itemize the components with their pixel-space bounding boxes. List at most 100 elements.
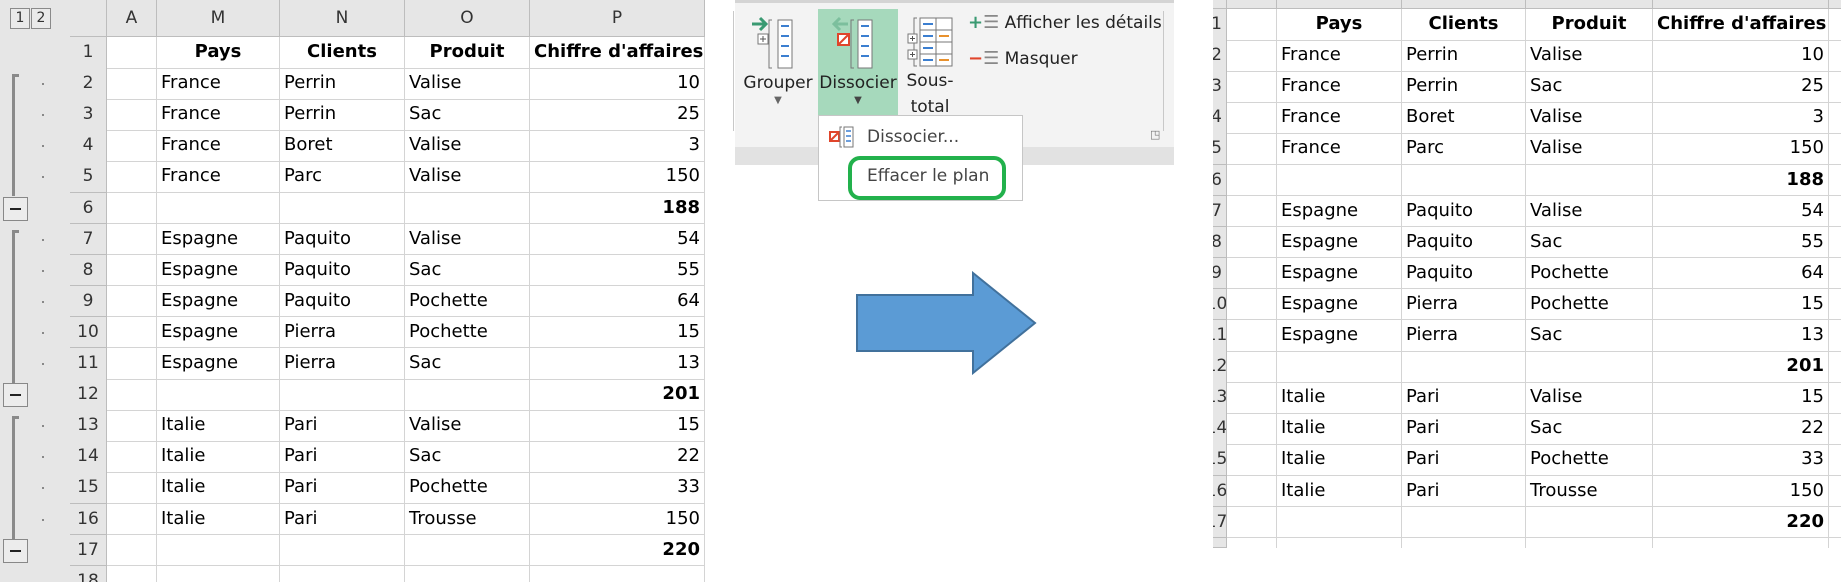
cell[interactable] xyxy=(1526,351,1653,383)
row-header[interactable]: 7 xyxy=(70,223,107,256)
cell[interactable]: Valise xyxy=(405,410,530,442)
cell[interactable]: Italie xyxy=(157,472,280,504)
cell[interactable]: France xyxy=(1277,71,1402,103)
cell[interactable]: 33 xyxy=(1653,444,1829,476)
cell[interactable]: Paquito xyxy=(1402,257,1526,290)
row-header[interactable]: 11 xyxy=(1213,320,1227,352)
header-cell[interactable]: Pays xyxy=(157,37,280,69)
cell[interactable]: Pierra xyxy=(280,316,405,349)
afficher-details-button[interactable]: +☰ Afficher les détails xyxy=(968,12,1162,40)
cell[interactable] xyxy=(1653,537,1829,548)
cell[interactable] xyxy=(1526,506,1653,539)
cell[interactable]: Italie xyxy=(157,441,280,473)
collapse-group-button[interactable] xyxy=(3,383,28,408)
cell[interactable] xyxy=(107,534,157,567)
cell[interactable] xyxy=(1829,9,1841,41)
cell[interactable]: France xyxy=(1277,102,1402,134)
cell[interactable]: Sac xyxy=(405,348,530,380)
cell[interactable]: Italie xyxy=(1277,413,1402,445)
cell[interactable] xyxy=(530,565,705,582)
row-header[interactable]: 9 xyxy=(1213,257,1227,290)
cell[interactable]: France xyxy=(157,99,280,131)
column-header-A[interactable]: A xyxy=(107,0,157,37)
cell[interactable] xyxy=(1227,320,1277,352)
row-header[interactable]: 1 xyxy=(70,37,107,69)
cell[interactable]: 22 xyxy=(530,441,705,473)
header-cell[interactable]: Clients xyxy=(1402,9,1526,41)
cell[interactable]: Espagne xyxy=(157,254,280,287)
cell[interactable]: Valise xyxy=(405,223,530,256)
cell[interactable]: Paquito xyxy=(280,223,405,256)
row-header[interactable]: 5 xyxy=(1213,133,1227,165)
row-header[interactable]: 15 xyxy=(70,472,107,504)
cell[interactable]: Boret xyxy=(1402,102,1526,134)
cell[interactable] xyxy=(1227,444,1277,476)
collapse-group-button[interactable] xyxy=(3,538,28,563)
header-cell[interactable]: Clients xyxy=(280,37,405,69)
cell[interactable]: France xyxy=(157,68,280,100)
cell[interactable] xyxy=(1277,164,1402,197)
column-header-N[interactable]: N xyxy=(280,0,405,37)
row-header[interactable]: 18 xyxy=(70,565,107,582)
cell[interactable]: Italie xyxy=(157,410,280,442)
cell[interactable] xyxy=(107,99,157,131)
cell[interactable]: France xyxy=(157,161,280,193)
cell[interactable]: Sac xyxy=(1526,320,1653,352)
cell[interactable] xyxy=(1829,538,1841,548)
row-header[interactable]: 2 xyxy=(1213,40,1227,72)
cell[interactable]: Trousse xyxy=(1526,475,1653,508)
cell[interactable]: Parc xyxy=(280,161,405,193)
grouper-button[interactable]: Grouper ▼ xyxy=(738,6,818,116)
dialog-launcher-icon[interactable]: ◳ xyxy=(1150,128,1160,141)
row-header[interactable]: 10 xyxy=(70,316,107,349)
cell[interactable] xyxy=(1227,9,1277,41)
column-header[interactable] xyxy=(1277,0,1402,9)
row-header[interactable]: 10 xyxy=(1213,288,1227,321)
select-all-corner[interactable] xyxy=(1213,0,1227,9)
cell[interactable] xyxy=(157,192,280,225)
cell[interactable]: Paquito xyxy=(280,254,405,287)
cell[interactable]: Valise xyxy=(405,130,530,162)
column-header-M[interactable]: M xyxy=(157,0,280,37)
cell[interactable] xyxy=(107,472,157,504)
cell[interactable]: France xyxy=(1277,40,1402,72)
cell[interactable]: France xyxy=(1277,133,1402,165)
cell[interactable]: 150 xyxy=(530,161,705,193)
cell[interactable] xyxy=(107,379,157,411)
cell[interactable] xyxy=(280,565,405,582)
cell[interactable] xyxy=(1829,40,1841,72)
cell[interactable]: 55 xyxy=(1653,226,1829,259)
cell[interactable] xyxy=(1402,351,1526,383)
cell[interactable]: 15 xyxy=(530,410,705,442)
cell[interactable]: 10 xyxy=(530,68,705,100)
row-header[interactable]: 2 xyxy=(70,68,107,100)
row-header[interactable]: 15 xyxy=(1213,444,1227,476)
cell[interactable] xyxy=(405,192,530,225)
cell[interactable] xyxy=(1829,165,1841,197)
cell[interactable] xyxy=(107,441,157,473)
cell[interactable]: 64 xyxy=(530,285,705,318)
cell[interactable]: Pochette xyxy=(1526,288,1653,321)
cell[interactable] xyxy=(1829,71,1841,103)
cell[interactable]: Valise xyxy=(405,161,530,193)
cell[interactable]: 64 xyxy=(1653,257,1829,290)
row-header[interactable]: 12 xyxy=(1213,351,1227,383)
cell[interactable]: 54 xyxy=(530,223,705,256)
row-header[interactable]: 14 xyxy=(1213,413,1227,445)
cell[interactable]: Paquito xyxy=(1402,195,1526,228)
cell[interactable] xyxy=(1277,351,1402,383)
cell[interactable]: Perrin xyxy=(280,99,405,131)
cell[interactable] xyxy=(1227,257,1277,290)
column-header[interactable] xyxy=(1227,0,1277,9)
cell[interactable] xyxy=(280,379,405,411)
cell[interactable] xyxy=(107,68,157,100)
cell[interactable]: Boret xyxy=(280,130,405,162)
cell[interactable]: Valise xyxy=(1526,382,1653,414)
cell[interactable]: Espagne xyxy=(1277,195,1402,228)
cell[interactable] xyxy=(1402,164,1526,197)
cell[interactable]: Pochette xyxy=(1526,444,1653,476)
row-header[interactable]: 13 xyxy=(1213,382,1227,414)
cell[interactable]: 22 xyxy=(1653,413,1829,445)
row-header[interactable]: 17 xyxy=(1213,506,1227,539)
cell[interactable]: Sac xyxy=(405,99,530,131)
